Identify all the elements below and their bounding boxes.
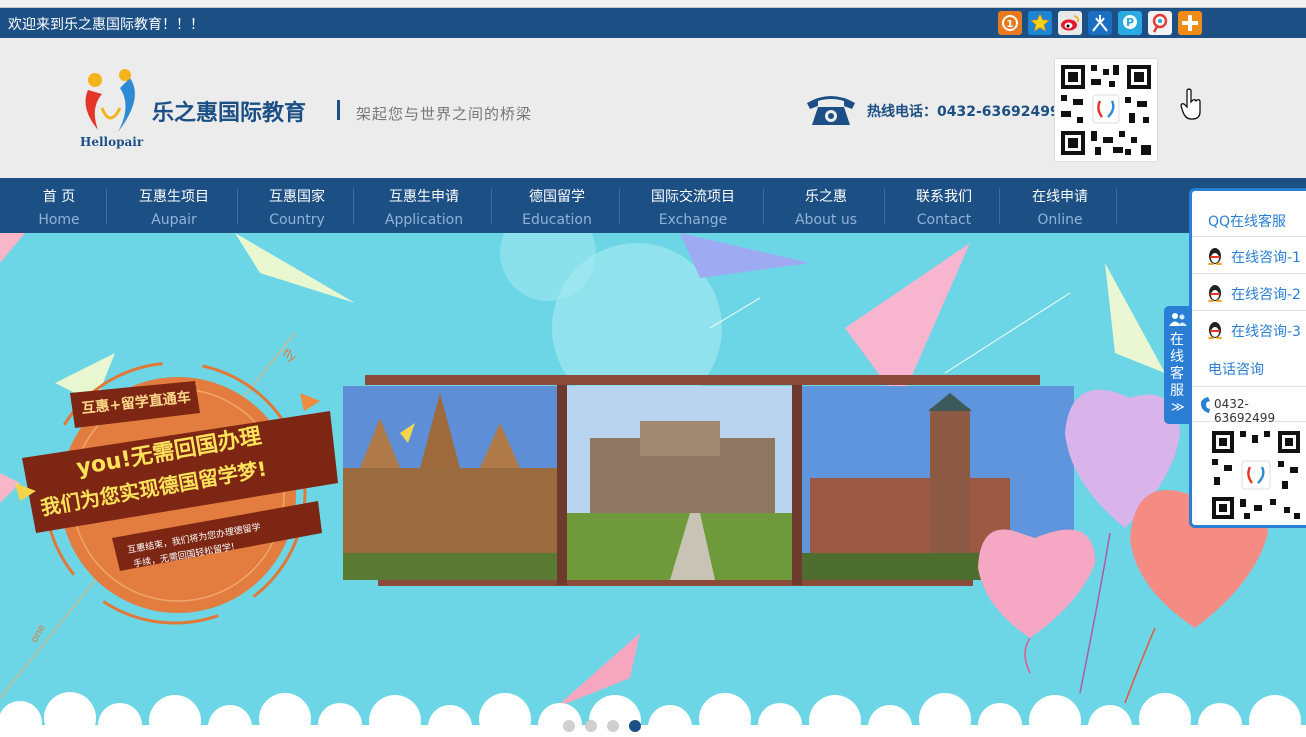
nav-separator [491,188,492,224]
nav-separator [999,188,1000,224]
phone-consult-title: 电话咨询 [1208,362,1264,378]
welcome-text: 欢迎来到乐之惠国际教育！！！ [8,17,204,33]
nav-about-us[interactable]: 乐之惠 About us [770,178,882,233]
more-share-icon[interactable] [1178,11,1202,35]
nav-country[interactable]: 互惠国家 Country [244,178,350,233]
nav-application[interactable]: 互惠生申请 Application [360,178,488,233]
slider-dot-2[interactable] [585,720,597,732]
nav-education[interactable]: 德国留学 Education [498,178,616,233]
qzone-icon[interactable]: 1 [998,11,1022,35]
consult-label: 在线咨询-2 [1231,287,1301,303]
hotline: 热线电话：0432-63692499 [867,104,1060,120]
svg-text:P: P [1126,16,1134,29]
phone-handset-icon [1200,397,1210,413]
tencent-weibo-icon[interactable] [1148,11,1172,35]
browser-bookmark-strip [0,0,1306,8]
weibo-icon[interactable] [1058,11,1082,35]
main-nav: 首 页 Home 互惠生项目 Aupair 互惠国家 Country 互惠生申请 App… [0,178,1306,233]
nav-separator [353,188,354,224]
qq-penguin-icon [1208,248,1222,265]
nav-aupair[interactable]: 互惠生项目 Aupair [114,178,234,233]
kaixin-icon[interactable]: P [1118,11,1142,35]
qq-penguin-icon [1208,285,1222,302]
consult-label: 在线咨询-1 [1231,250,1301,266]
header-qr-code [1054,58,1158,162]
logo-figures-icon [85,69,135,132]
slider-dot-3[interactable] [607,720,619,732]
top-bar: 欢迎来到乐之惠国际教育！！！ 1 P [0,8,1306,38]
svg-text:1: 1 [1007,19,1014,30]
favorite-star-icon[interactable] [1028,11,1052,35]
slider-dot-4[interactable] [629,720,641,732]
customer-service-panel: QQ在线客服 在线咨询-1 在线咨询-2 在线咨询-3 电话咨询 0432-63… [1189,188,1306,528]
phone-consult-row: 0432-63692499 [1192,386,1306,425]
share-icons: 1 P [998,11,1202,35]
expand-arrow-icon: ≫ [1171,400,1185,415]
nav-separator [619,188,620,224]
nav-home[interactable]: 首 页 Home [18,178,100,233]
phone-number: 0432-63692499 [1214,397,1276,425]
nav-separator [763,188,764,224]
telephone-icon [807,96,855,125]
nav-contact[interactable]: 联系我们 Contact [892,178,996,233]
brand-name: 乐之惠国际教育 [152,100,307,126]
logo-wordmark: Hellopair [80,135,144,149]
slider-dot-1[interactable] [563,720,575,732]
hero-banner[interactable]: fly one 互惠+留学直通车 you!无需回国办理 我们为您实现德国留学梦!… [0,233,1306,737]
slider-dots [563,720,641,732]
brand-divider [337,100,340,120]
nav-separator [884,188,885,224]
nav-online[interactable]: 在线申请 Online [1006,178,1114,233]
ring-text-one: one [29,623,48,645]
qq-penguin-icon [1208,322,1222,339]
consult-item[interactable]: 在线咨询-3 [1192,310,1306,347]
logo[interactable]: Hellopair [78,68,148,153]
qq-service-title: QQ在线客服 [1208,214,1287,230]
renren-icon[interactable] [1088,11,1112,35]
consult-item[interactable]: 在线咨询-1 [1192,236,1306,273]
nav-separator [237,188,238,224]
online-service-tab[interactable]: 在线客服 ≫ [1164,306,1191,424]
nav-exchange[interactable]: 国际交流项目 Exchange [626,178,760,233]
consult-label: 在线咨询-3 [1231,324,1301,340]
site-header: Hellopair 乐之惠国际教育 架起您与世界之间的桥梁 热线电话：0432-… [0,38,1306,178]
slogan: 架起您与世界之间的桥梁 [356,105,533,123]
banner-artwork: fly one 互惠+留学直通车 you!无需回国办理 我们为您实现德国留学梦!… [0,233,1306,737]
nav-separator [1116,188,1117,224]
service-qr-code [1210,429,1302,521]
hand-cursor-icon [1180,88,1201,120]
online-service-tab-label: 在线客服 [1170,332,1184,399]
ring-text-fly: fly [281,346,300,364]
consult-item[interactable]: 在线咨询-2 [1192,273,1306,310]
user-group-icon [1169,313,1187,326]
nav-separator [106,188,107,224]
